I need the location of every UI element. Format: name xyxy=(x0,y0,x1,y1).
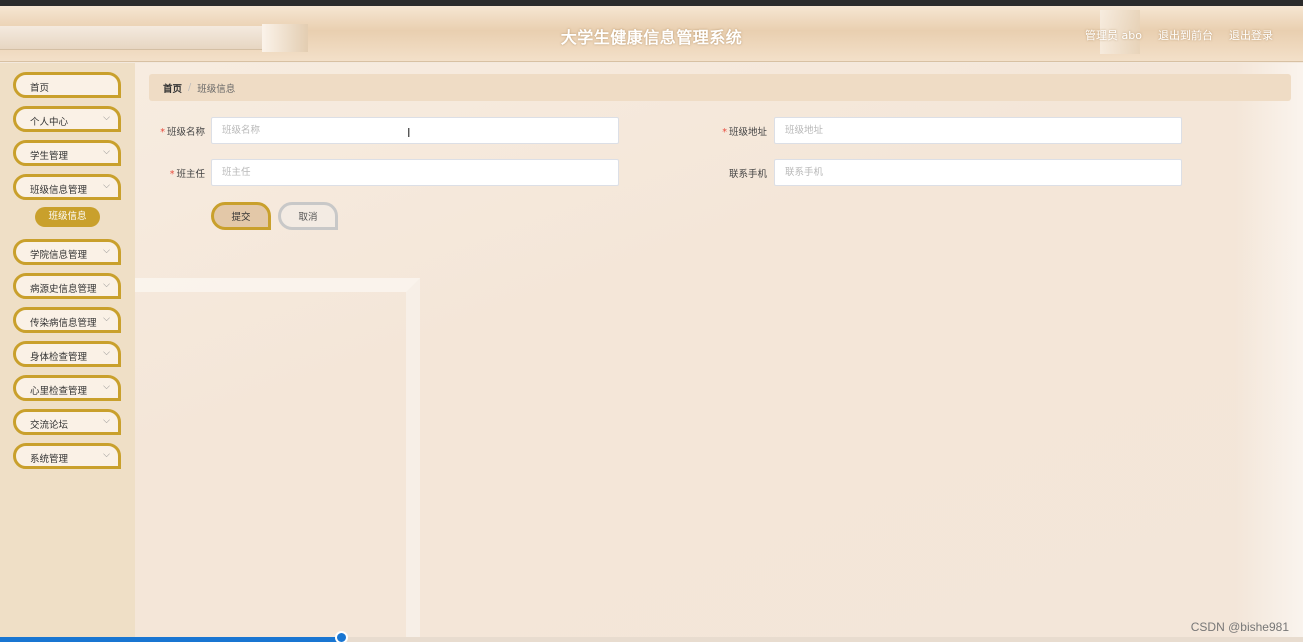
sidebar-item-college-management[interactable]: 学院信息管理 ⌵ xyxy=(13,239,121,265)
sidebar-item-label: 传染病信息管理 xyxy=(30,318,97,329)
sidebar-item-label: 心里检查管理 xyxy=(30,386,88,397)
admin-user-label[interactable]: 管理员 abo xyxy=(1085,27,1142,43)
scrollbar-handle[interactable] xyxy=(335,631,348,642)
sidebar-item-forum[interactable]: 交流论坛 ⌵ xyxy=(13,409,121,435)
chevron-down-icon: ⌵ xyxy=(103,416,110,426)
sidebar-item-student-management[interactable]: 学生管理 ⌵ xyxy=(13,140,121,166)
chevron-down-icon: ⌵ xyxy=(103,314,110,324)
sidebar-item-psychological-exam-management[interactable]: 心里检查管理 ⌵ xyxy=(13,375,121,401)
required-mark: * xyxy=(160,127,165,138)
sidebar-item-label: 个人中心 xyxy=(30,117,69,128)
chevron-down-icon: ⌵ xyxy=(103,181,110,191)
breadcrumb: 首页 / 班级信息 xyxy=(149,74,1291,101)
sidebar-item-label: 首页 xyxy=(30,83,50,94)
sidebar-item-home[interactable]: 首页 xyxy=(13,72,121,98)
sidebar-item-physical-exam-management[interactable]: 身体检查管理 ⌵ xyxy=(13,341,121,367)
required-mark: * xyxy=(169,169,175,180)
sidebar-item-label: 学生管理 xyxy=(30,151,69,162)
breadcrumb-separator: / xyxy=(188,82,192,93)
sidebar-item-infectious-disease-management[interactable]: 传染病信息管理 ⌵ xyxy=(13,307,121,333)
sidebar-item-label: 交流论坛 xyxy=(30,420,69,431)
head-teacher-label-text: 班主任 xyxy=(176,169,205,180)
sidebar-item-medical-history-management[interactable]: 病源史信息管理 ⌵ xyxy=(13,273,121,299)
chevron-down-icon: ⌵ xyxy=(103,280,110,290)
header-links: 管理员 abo 退出到前台 退出登录 xyxy=(1085,27,1273,43)
sidebar-item-system-management[interactable]: 系统管理 ⌵ xyxy=(13,443,121,469)
class-name-input[interactable] xyxy=(211,117,619,144)
sidebar-item-class-management[interactable]: 班级信息管理 ⌵ xyxy=(13,174,121,200)
required-mark: * xyxy=(722,127,727,138)
sidebar: 首页 个人中心 ⌵ 学生管理 ⌵ 班级信息管理 ⌵ 班级信息 学院信息管理 ⌵ … xyxy=(0,63,135,642)
sidebar-item-label: 学院信息管理 xyxy=(30,250,88,261)
submit-button[interactable]: 提交 xyxy=(211,202,271,230)
sidebar-item-label: 身体检查管理 xyxy=(30,352,88,363)
chevron-down-icon: ⌵ xyxy=(103,348,110,358)
class-address-input[interactable] xyxy=(774,117,1182,144)
logout-link[interactable]: 退出登录 xyxy=(1229,27,1273,43)
chevron-down-icon: ⌵ xyxy=(103,113,110,123)
sidebar-subitem-class-info[interactable]: 班级信息 xyxy=(35,207,100,227)
sidebar-item-label: 系统管理 xyxy=(30,454,69,465)
background-decoration xyxy=(135,278,420,642)
class-address-label-text: 班级地址 xyxy=(728,127,767,138)
head-teacher-input[interactable] xyxy=(211,159,619,186)
cancel-button[interactable]: 取消 xyxy=(278,202,338,230)
app-header: 大学生健康信息管理系统 管理员 abo 退出到前台 退出登录 xyxy=(0,6,1303,62)
watermark: CSDN @bishe981 xyxy=(1190,620,1289,634)
sidebar-item-label: 病源史信息管理 xyxy=(30,284,97,295)
sidebar-item-label: 班级信息管理 xyxy=(30,185,88,196)
chevron-down-icon: ⌵ xyxy=(103,147,110,157)
class-name-label-text: 班级名称 xyxy=(166,127,205,138)
head-teacher-label: * 班主任 xyxy=(135,166,205,180)
class-name-label: * 班级名称 xyxy=(135,124,205,138)
sidebar-item-personal-center[interactable]: 个人中心 ⌵ xyxy=(13,106,121,132)
breadcrumb-home-link[interactable]: 首页 xyxy=(163,81,182,95)
main-content: 首页 / 班级信息 *班级名称 *班级地址 *班主任 联系手机 提交 取消 I xyxy=(135,63,1303,642)
chevron-down-icon: ⌵ xyxy=(103,246,110,256)
text-cursor-icon: I xyxy=(407,126,411,140)
back-to-frontend-link[interactable]: 退出到前台 xyxy=(1158,27,1213,43)
class-address-label: * 班级地址 xyxy=(697,124,767,138)
contact-phone-label: 联系手机 xyxy=(697,166,767,180)
breadcrumb-current: 班级信息 xyxy=(197,83,236,95)
contact-phone-input[interactable] xyxy=(774,159,1182,186)
scrollbar-thumb[interactable] xyxy=(0,637,342,642)
background-decoration xyxy=(1235,63,1303,642)
chevron-down-icon: ⌵ xyxy=(103,450,110,460)
chevron-down-icon: ⌵ xyxy=(103,382,110,392)
contact-phone-label-text: 联系手机 xyxy=(728,169,767,180)
